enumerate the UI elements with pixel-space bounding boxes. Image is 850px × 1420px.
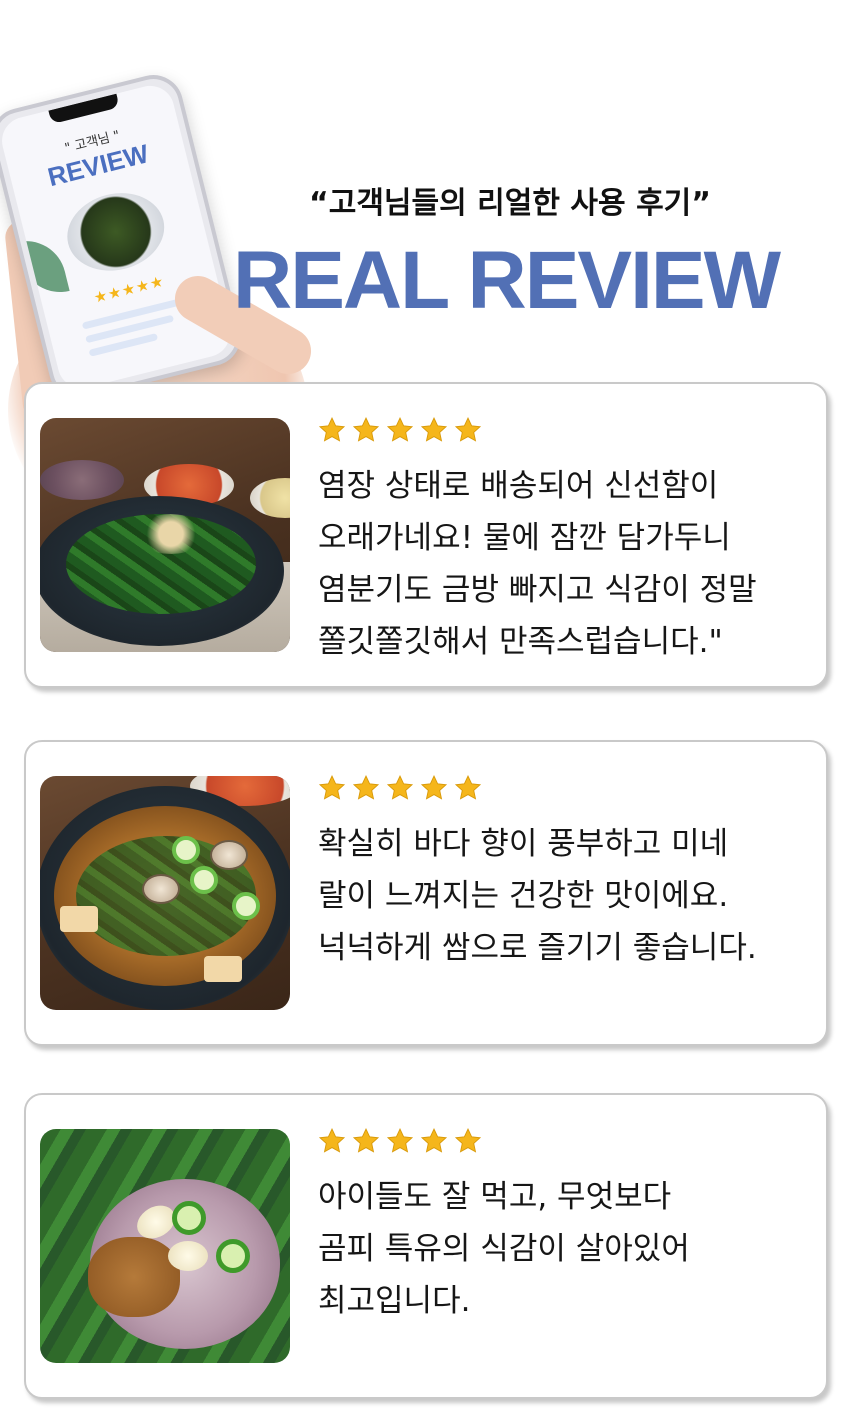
phone-notch <box>48 93 120 125</box>
seaweed-soup-photo <box>40 776 290 1010</box>
review-card: 아이들도 잘 먹고, 무엇보다 곰피 특유의 식감이 살아있어 최고입니다. <box>24 1093 828 1399</box>
doenjang-shape <box>88 1237 180 1317</box>
scallion-shape <box>190 866 218 894</box>
star-icon <box>318 417 346 442</box>
star-icon <box>420 1128 448 1153</box>
review-card: 확실히 바다 향이 풍부하고 미네 랄이 느껴지는 건강한 맛이에요. 넉넉하게… <box>24 740 828 1046</box>
page-headline: “고객님들의 리얼한 사용 후기” <box>309 186 711 221</box>
seaweed-salad-photo <box>40 418 290 652</box>
pepper-shape <box>216 1239 250 1273</box>
tofu-shape <box>204 956 242 982</box>
pepper-shape <box>172 1201 206 1235</box>
star-icon <box>420 775 448 800</box>
star-icon <box>352 1128 380 1153</box>
page-title: REAL REVIEW <box>233 235 781 326</box>
review-text: 아이들도 잘 먹고, 무엇보다 곰피 특유의 식감이 살아있어 최고입니다. <box>318 1179 690 1319</box>
rating-stars <box>318 774 482 804</box>
star-icon <box>318 775 346 800</box>
tofu-shape <box>60 906 98 932</box>
star-icon <box>352 775 380 800</box>
star-icon <box>420 417 448 442</box>
clam-shape <box>210 840 248 870</box>
rating-stars <box>318 1127 482 1157</box>
seaweed-wrap-photo <box>40 1129 290 1363</box>
star-icon <box>386 417 414 442</box>
clam-shape <box>142 874 180 904</box>
scallion-shape <box>232 892 260 920</box>
review-text: 염장 상태로 배송되어 신선함이 오래가네요! 물에 잠깐 담가두니 염분기도 … <box>318 468 757 660</box>
star-icon <box>386 775 414 800</box>
star-icon <box>386 1128 414 1153</box>
star-icon <box>454 775 482 800</box>
star-icon <box>318 1128 346 1153</box>
scallion-shape <box>172 836 200 864</box>
review-card: 염장 상태로 배송되어 신선함이 오래가네요! 물에 잠깐 담가두니 염분기도 … <box>24 382 828 688</box>
seaweed-plate-image <box>59 183 173 281</box>
star-icon <box>352 417 380 442</box>
star-icon <box>454 417 482 442</box>
review-text: 확실히 바다 향이 풍부하고 미네 랄이 느껴지는 건강한 맛이에요. 넉넉하게… <box>318 826 757 966</box>
garlic-shape <box>168 1241 208 1271</box>
star-icon <box>454 1128 482 1153</box>
sesame-shape <box>136 514 206 554</box>
rating-stars <box>318 416 482 446</box>
rice-bowl-shape <box>40 460 124 500</box>
